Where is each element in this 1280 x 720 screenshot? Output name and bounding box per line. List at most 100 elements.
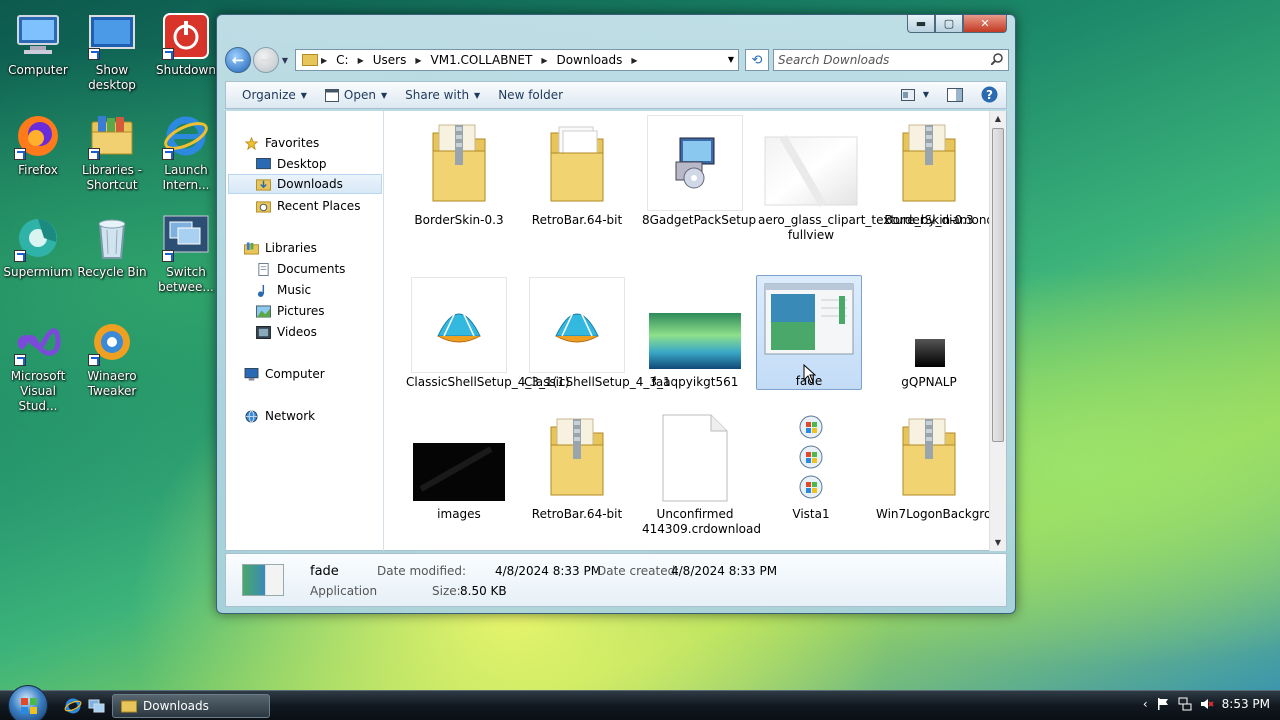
- chevron-down-icon[interactable]: ▼: [728, 55, 734, 64]
- documents-icon: [258, 262, 269, 276]
- volume-muted-icon[interactable]: [1200, 697, 1214, 711]
- new-folder-button[interactable]: New folder: [490, 88, 573, 102]
- desktop-icon-firefox[interactable]: Firefox: [0, 112, 76, 178]
- share-with-button[interactable]: Share with ▼: [397, 88, 490, 102]
- nav-downloads[interactable]: Downloads: [228, 174, 382, 194]
- file-item[interactable]: RetroBar.64-bit: [524, 115, 630, 228]
- file-item[interactable]: ClassicShellSetup_4_3_1: [524, 277, 671, 390]
- chevron-left-icon[interactable]: ‹: [1143, 697, 1148, 711]
- scrollbar-thumb[interactable]: [992, 128, 1004, 442]
- nav-computer[interactable]: Computer: [244, 364, 325, 384]
- back-button[interactable]: ←: [225, 47, 251, 73]
- taskbar-button-downloads[interactable]: Downloads: [112, 694, 270, 718]
- nav-music[interactable]: Music: [256, 280, 311, 300]
- desktop-icon-shutdown[interactable]: Shutdown: [148, 12, 224, 78]
- scroll-down-icon[interactable]: ▼: [990, 535, 1006, 551]
- nav-documents[interactable]: Documents: [256, 259, 345, 279]
- search-input[interactable]: Search Downloads: [773, 49, 1009, 71]
- zip-folder-icon: [529, 409, 625, 505]
- nav-videos[interactable]: Videos: [256, 322, 317, 342]
- open-button[interactable]: Open ▼: [317, 88, 397, 102]
- network-icon[interactable]: [1178, 697, 1192, 711]
- address-bar[interactable]: ▶ C: ▶ Users ▶ VM1.COLLABNET ▶ Downloads…: [295, 49, 739, 71]
- chevron-right-icon[interactable]: ▶: [412, 56, 424, 65]
- supermium-icon: [14, 214, 62, 262]
- star-icon: [244, 136, 259, 150]
- desktop-icon: [256, 157, 271, 169]
- maximize-button[interactable]: ▢: [935, 15, 963, 33]
- desktop-icon-label: Switch betwee...: [158, 265, 214, 294]
- desktop-icon-label: Computer: [8, 63, 68, 77]
- file-item[interactable]: 8GadgetPackSetup: [642, 115, 756, 228]
- nav-recent-places[interactable]: Recent Places: [256, 196, 360, 216]
- window-controls: ▬ ▢ ✕: [907, 15, 1007, 33]
- file-item[interactable]: Unconfirmed 414309.crdownload: [642, 409, 761, 537]
- recent-pages-dropdown[interactable]: ▼: [279, 56, 291, 65]
- file-item[interactable]: images: [406, 409, 512, 522]
- vertical-scrollbar[interactable]: ▲ ▼: [989, 111, 1006, 551]
- organize-button[interactable]: Organize ▼: [234, 88, 317, 102]
- scroll-up-icon[interactable]: ▲: [990, 111, 1006, 127]
- file-item[interactable]: Vista1: [758, 409, 864, 522]
- file-item[interactable]: ClassicShellSetup_4_3_1(1): [406, 277, 570, 390]
- desktop-icon-internet-explorer[interactable]: Launch Intern...: [148, 112, 224, 193]
- nav-network[interactable]: Network: [244, 406, 315, 426]
- nav-desktop[interactable]: Desktop: [256, 154, 327, 174]
- desktop-icon-switch-windows[interactable]: Switch betwee...: [148, 214, 224, 295]
- file-item[interactable]: gQPNALP: [876, 277, 982, 390]
- desktop-icon-label: Launch Intern...: [162, 163, 210, 192]
- chevron-right-icon[interactable]: ▶: [628, 56, 640, 65]
- forward-button[interactable]: →: [253, 47, 279, 73]
- file-name: Unconfirmed 414309.crdownload: [642, 507, 761, 536]
- start-button[interactable]: [8, 685, 48, 720]
- desktop-icon-label: Supermium: [3, 265, 73, 279]
- file-item[interactable]: aero_glass_clipart_texture_by_diamond007…: [758, 115, 992, 243]
- visual-studio-icon: [14, 318, 62, 366]
- desktop-icon-computer[interactable]: Computer: [0, 12, 76, 78]
- desktop-icon-recycle-bin[interactable]: Recycle Bin: [74, 214, 150, 280]
- forward-arrow-icon: →: [259, 51, 273, 69]
- file-item[interactable]: BorderSkin-0.3: [406, 115, 512, 228]
- switch-windows-quicklaunch-icon[interactable]: [88, 697, 106, 715]
- file-name: aero_glass_clipart_texture_by_diamond007…: [758, 213, 992, 242]
- chevron-right-icon[interactable]: ▶: [538, 56, 550, 65]
- file-item[interactable]: RetroBar.64-bit: [524, 409, 630, 522]
- breadcrumb-user[interactable]: VM1.COLLABNET: [425, 53, 539, 67]
- refresh-button[interactable]: ⟲: [745, 49, 769, 71]
- breadcrumb-c[interactable]: C:: [330, 53, 354, 67]
- file-item[interactable]: faaqpyikgt561: [642, 277, 748, 390]
- desktop-icon-supermium[interactable]: Supermium: [0, 214, 76, 280]
- flag-icon[interactable]: [1156, 697, 1170, 711]
- preview-pane-icon[interactable]: [947, 87, 963, 102]
- desktop-icon-libraries[interactable]: Libraries - Shortcut: [74, 112, 150, 193]
- help-icon[interactable]: ?: [981, 86, 998, 103]
- file-item[interactable]: Win7LogonBackgroundChanger: [876, 409, 992, 522]
- installer-icon: [647, 115, 743, 211]
- file-item[interactable]: BorderSkin-0.3: [876, 115, 982, 228]
- breadcrumb-downloads[interactable]: Downloads: [550, 53, 628, 67]
- nav-pictures[interactable]: Pictures: [256, 301, 325, 321]
- file-item-selected[interactable]: fade: [756, 275, 862, 390]
- desktop-icon-label: Shutdown: [156, 63, 216, 77]
- clock[interactable]: 8:53 PM: [1222, 697, 1270, 711]
- desktop-icon-winaero-tweaker[interactable]: Winaero Tweaker: [74, 318, 150, 399]
- zip-folder-icon: [881, 115, 977, 211]
- recycle-bin-icon: [88, 214, 136, 262]
- desktop-icon-show-desktop[interactable]: Show desktop: [74, 12, 150, 93]
- details-created-value: 4/8/2024 8:33 PM: [671, 564, 778, 578]
- search-icon[interactable]: [991, 53, 1003, 65]
- desktop-icon-visual-studio[interactable]: Microsoft Visual Stud...: [0, 318, 76, 414]
- chevron-right-icon[interactable]: ▶: [318, 56, 330, 65]
- minimize-button[interactable]: ▬: [907, 15, 935, 33]
- chevron-right-icon[interactable]: ▶: [355, 56, 367, 65]
- close-button[interactable]: ✕: [963, 15, 1007, 33]
- nav-favorites[interactable]: Favorites: [244, 133, 319, 153]
- file-name: ClassicShellSetup_4_3_1: [524, 375, 671, 389]
- change-view-button[interactable]: ▼: [900, 88, 929, 101]
- desktop-icon-label: Winaero Tweaker: [87, 369, 137, 398]
- internet-explorer-quicklaunch-icon[interactable]: [64, 697, 82, 715]
- refresh-icon: ⟲: [751, 52, 763, 68]
- nav-libraries[interactable]: Libraries: [244, 238, 317, 258]
- breadcrumb-users[interactable]: Users: [367, 53, 413, 67]
- folder-icon: [302, 54, 318, 66]
